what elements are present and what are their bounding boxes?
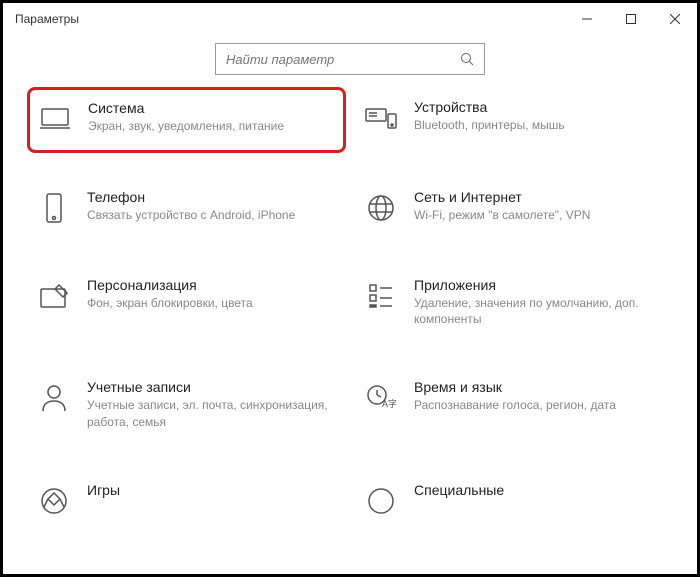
close-button[interactable] <box>653 3 697 35</box>
tile-desc: Связать устройство с Android, iPhone <box>87 207 336 223</box>
tile-desc: Учетные записи, эл. почта, синхронизация… <box>87 397 336 429</box>
tile-desc: Экран, звук, уведомления, питание <box>88 118 335 134</box>
search-box[interactable] <box>215 43 485 75</box>
tile-title: Сеть и Интернет <box>414 189 663 205</box>
window-title: Параметры <box>15 12 79 26</box>
maximize-icon <box>626 14 636 24</box>
search-container <box>3 35 697 93</box>
tile-title: Учетные записи <box>87 379 336 395</box>
system-icon <box>38 102 72 136</box>
tile-title: Устройства <box>414 99 663 115</box>
time-language-icon: A字 <box>364 381 398 415</box>
tile-accounts[interactable]: Учетные записи Учетные записи, эл. почта… <box>33 373 340 435</box>
tile-phone[interactable]: Телефон Связать устройство с Android, iP… <box>33 183 340 231</box>
maximize-button[interactable] <box>609 3 653 35</box>
tile-title: Персонализация <box>87 277 336 293</box>
tile-gaming[interactable]: Игры <box>33 476 340 524</box>
tile-apps[interactable]: Приложения Удаление, значения по умолчан… <box>360 271 667 333</box>
svg-text:A字: A字 <box>382 398 396 409</box>
tile-title: Специальные <box>414 482 663 498</box>
tile-title: Система <box>88 100 335 116</box>
search-icon <box>460 52 474 66</box>
search-input[interactable] <box>226 52 460 67</box>
accounts-icon <box>37 381 71 415</box>
tile-devices[interactable]: Устройства Bluetooth, принтеры, мышь <box>360 93 667 143</box>
tile-desc: Распознавание голоса, регион, дата <box>414 397 663 413</box>
personalization-icon <box>37 279 71 313</box>
minimize-button[interactable] <box>565 3 609 35</box>
network-icon <box>364 191 398 225</box>
tile-title: Приложения <box>414 277 663 293</box>
tile-accessibility[interactable]: Специальные <box>360 476 667 524</box>
window-controls <box>565 3 697 35</box>
gaming-icon <box>37 484 71 518</box>
close-icon <box>670 14 680 24</box>
apps-icon <box>364 279 398 313</box>
tile-personalization[interactable]: Персонализация Фон, экран блокировки, цв… <box>33 271 340 333</box>
tile-title: Игры <box>87 482 336 498</box>
titlebar: Параметры <box>3 3 697 35</box>
settings-grid: Система Экран, звук, уведомления, питани… <box>3 93 697 524</box>
tile-time-language[interactable]: A字 Время и язык Распознавание голоса, ре… <box>360 373 667 435</box>
devices-icon <box>364 101 398 135</box>
tile-desc: Удаление, значения по умолчанию, доп. ко… <box>414 295 663 327</box>
phone-icon <box>37 191 71 225</box>
tile-desc: Wi-Fi, режим "в самолете", VPN <box>414 207 663 223</box>
tile-network[interactable]: Сеть и Интернет Wi-Fi, режим "в самолете… <box>360 183 667 231</box>
tile-title: Время и язык <box>414 379 663 395</box>
accessibility-icon <box>364 484 398 518</box>
tile-system[interactable]: Система Экран, звук, уведомления, питани… <box>27 87 346 153</box>
minimize-icon <box>582 14 592 24</box>
tile-title: Телефон <box>87 189 336 205</box>
tile-desc: Bluetooth, принтеры, мышь <box>414 117 663 133</box>
tile-desc: Фон, экран блокировки, цвета <box>87 295 336 311</box>
